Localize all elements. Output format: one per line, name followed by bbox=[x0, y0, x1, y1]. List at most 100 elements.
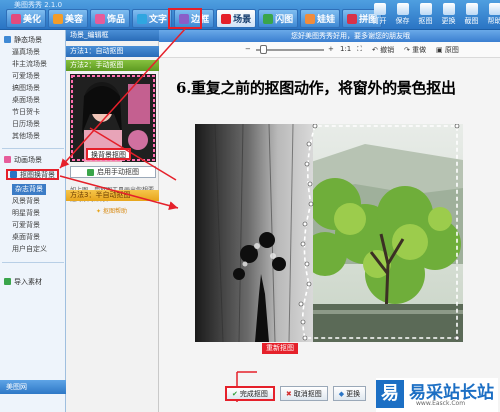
enable-manual-cutout-button[interactable]: 启用手动抠图 bbox=[70, 166, 156, 178]
tab-icon bbox=[95, 13, 106, 24]
redo-cutout-label[interactable]: 重新抠图 bbox=[262, 343, 298, 354]
import-icon bbox=[4, 278, 11, 285]
toolbar-label: 保存 bbox=[395, 17, 410, 25]
sidebar-item-static-5[interactable]: 节日贺卡 bbox=[12, 107, 40, 118]
replace-icon: ◆ bbox=[338, 389, 345, 398]
tab-icon bbox=[221, 13, 232, 24]
scene-sidebar: 静态场景 逼真场景 非主流场景 可爱场景 搞图场景 桌面场景 节日贺卡 日历场景 其他场景 动… bbox=[0, 30, 66, 412]
original-image-button[interactable]: ▣ 原图 bbox=[436, 45, 459, 55]
method3-header[interactable]: 方法3：半自动抠图 bbox=[66, 190, 159, 201]
meitu-web-bar[interactable]: 美图网 bbox=[0, 380, 66, 394]
tab-label: 美容 bbox=[65, 15, 84, 25]
sidebar-item-cutout-5[interactable]: 用户自定义 bbox=[12, 244, 47, 255]
tab-3[interactable]: 文字 bbox=[132, 9, 173, 28]
sidebar-item-cutout-0[interactable]: 杂志背景 bbox=[12, 184, 46, 195]
sidebar-item-cutout-4[interactable]: 桌面背景 bbox=[12, 232, 40, 243]
toolbar-icon bbox=[488, 3, 500, 15]
toolbar-icon bbox=[442, 3, 455, 15]
undo-button[interactable]: ↶ 撤销 bbox=[372, 45, 394, 55]
tab-icon bbox=[137, 13, 148, 24]
tab-1[interactable]: 美容 bbox=[48, 9, 89, 28]
sidebar-item-static-0[interactable]: 逼真场景 bbox=[12, 47, 40, 58]
zoom-out-icon[interactable]: − bbox=[245, 45, 251, 53]
sidebar-item-cutout-3[interactable]: 可爱背景 bbox=[12, 220, 40, 231]
cancel-cutout-button[interactable]: ✖ 取消抠图 bbox=[279, 386, 328, 401]
tab-icon bbox=[53, 13, 64, 24]
tab-label: 饰品 bbox=[107, 15, 126, 25]
editor-area: 您好美图秀秀好用，要多谢您的朋友哦 − + 1:1 ⛶ ↶ 撤销 ↷ 重做 ▣ … bbox=[159, 30, 500, 412]
zoom-toolbar: − + 1:1 ⛶ ↶ 撤销 ↷ 重做 ▣ 原图 bbox=[159, 42, 500, 58]
sidebar-item-static-6[interactable]: 日历场景 bbox=[12, 119, 40, 130]
thumbnail-caption: 换背景抠图 bbox=[86, 148, 131, 160]
zoom-in-icon[interactable]: + bbox=[328, 45, 334, 53]
tab-label: 美化 bbox=[23, 15, 42, 25]
toolbar-label: 抠图 bbox=[418, 17, 433, 25]
sidebar-item-static-2[interactable]: 可爱场景 bbox=[12, 71, 40, 82]
sidebar-item-static-7[interactable]: 其他场景 bbox=[12, 131, 40, 142]
cutout-background-icon bbox=[10, 171, 17, 178]
tab-label: 场景 bbox=[233, 15, 252, 25]
step-instruction: 6.重复之前的抠图动作，将窗外的景色抠出 bbox=[176, 79, 456, 97]
lightbulb-icon: ✦ bbox=[96, 208, 102, 215]
tab-7[interactable]: 娃娃 bbox=[300, 9, 341, 28]
toolbar-icon bbox=[396, 3, 409, 15]
toolbar-button-5[interactable]: 帮助 bbox=[485, 3, 500, 26]
tab-label: 娃娃 bbox=[317, 15, 336, 25]
method2-header[interactable]: 方法2：手动抠图 bbox=[66, 60, 159, 71]
editor-top-bar: 您好美图秀秀好用，要多谢您的朋友哦 bbox=[159, 30, 500, 42]
cancel-icon: ✖ bbox=[285, 389, 292, 398]
watermark-url: www.Easck.Com bbox=[416, 400, 466, 407]
toolbar-button-4[interactable]: 截图 bbox=[462, 3, 481, 26]
sidebar-cutout-title[interactable]: 抠图换背景 bbox=[6, 169, 59, 180]
watermark-logo: 易 bbox=[376, 380, 404, 408]
right-toolbar: 打开 保存 抠图 更换 截图 帮助 bbox=[370, 3, 500, 26]
toolbar-label: 更换 bbox=[441, 17, 456, 25]
scissors-icon bbox=[87, 168, 94, 176]
toolbar-button-0[interactable]: 打开 bbox=[370, 3, 389, 26]
toolbar-label: 帮助 bbox=[487, 17, 500, 25]
import-material-button[interactable]: 导入素材 bbox=[4, 276, 42, 287]
tab-6[interactable]: 闪图 bbox=[258, 9, 299, 28]
toolbar-icon bbox=[419, 3, 432, 15]
tab-icon bbox=[347, 13, 358, 24]
tab-highlight-box bbox=[168, 8, 202, 29]
tab-2[interactable]: 饰品 bbox=[90, 9, 131, 28]
static-scene-icon bbox=[4, 36, 11, 43]
toolbar-label: 截图 bbox=[464, 17, 479, 25]
tab-label: 闪图 bbox=[275, 15, 294, 25]
sidebar-static-title[interactable]: 静态场景 bbox=[4, 34, 42, 45]
fit-window-icon[interactable]: ⛶ bbox=[357, 45, 362, 54]
tab-0[interactable]: 美化 bbox=[6, 9, 47, 28]
animated-scene-icon bbox=[4, 156, 11, 163]
tab-icon bbox=[263, 13, 274, 24]
window-scene-image bbox=[195, 124, 463, 342]
toolbar-button-3[interactable]: 更换 bbox=[439, 3, 458, 26]
sidebar-item-cutout-1[interactable]: 风景背景 bbox=[12, 196, 40, 207]
sidebar-item-static-4[interactable]: 桌面场景 bbox=[12, 95, 40, 106]
editor-hint-text: 您好美图秀秀好用，要多谢您的朋友哦 bbox=[291, 32, 410, 40]
cutout-help-link[interactable]: ✦ 抠图帮助 bbox=[96, 206, 127, 215]
toolbar-icon bbox=[373, 3, 386, 15]
sidebar-animated-title[interactable]: 动画场景 bbox=[4, 154, 42, 165]
sidebar-item-static-1[interactable]: 非主流场景 bbox=[12, 59, 47, 70]
tab-label: 文字 bbox=[149, 15, 168, 25]
zoom-ratio[interactable]: 1:1 bbox=[340, 45, 351, 53]
toolbar-button-1[interactable]: 保存 bbox=[393, 3, 412, 26]
method1-header[interactable]: 方法1：自动抠图 bbox=[66, 46, 159, 57]
tab-icon bbox=[305, 13, 316, 24]
title-bar: 美图秀秀 2.1.0 美化 美容 饰品 文字 边框 场景 闪图 娃娃 拼图 打开 保存 抠图 更换 截图… bbox=[0, 0, 500, 30]
site-watermark: 易 易采站长站 www.Easck.Com bbox=[376, 378, 498, 412]
cutout-method-panel: 场景_编辑框 方法1：自动抠图 方法2：手动抠图 换背景抠图 启用手动抠图 如上… bbox=[66, 30, 159, 412]
toolbar-button-2[interactable]: 抠图 bbox=[416, 3, 435, 26]
replace-background-button[interactable]: ◆ 更换 bbox=[332, 386, 367, 401]
sidebar-item-static-3[interactable]: 搞图场景 bbox=[12, 83, 40, 94]
zoom-slider-knob[interactable] bbox=[260, 45, 267, 54]
checkmark-icon: ✔ bbox=[232, 389, 238, 398]
working-photo[interactable] bbox=[195, 124, 463, 342]
redo-button[interactable]: ↷ 重做 bbox=[404, 45, 426, 55]
tab-5[interactable]: 场景 bbox=[216, 9, 257, 28]
sidebar-item-cutout-2[interactable]: 明星背景 bbox=[12, 208, 40, 219]
tab-icon bbox=[11, 13, 21, 24]
finish-cutout-button[interactable]: ✔ 完成抠图 bbox=[225, 386, 275, 401]
sidebar-divider bbox=[2, 148, 64, 149]
